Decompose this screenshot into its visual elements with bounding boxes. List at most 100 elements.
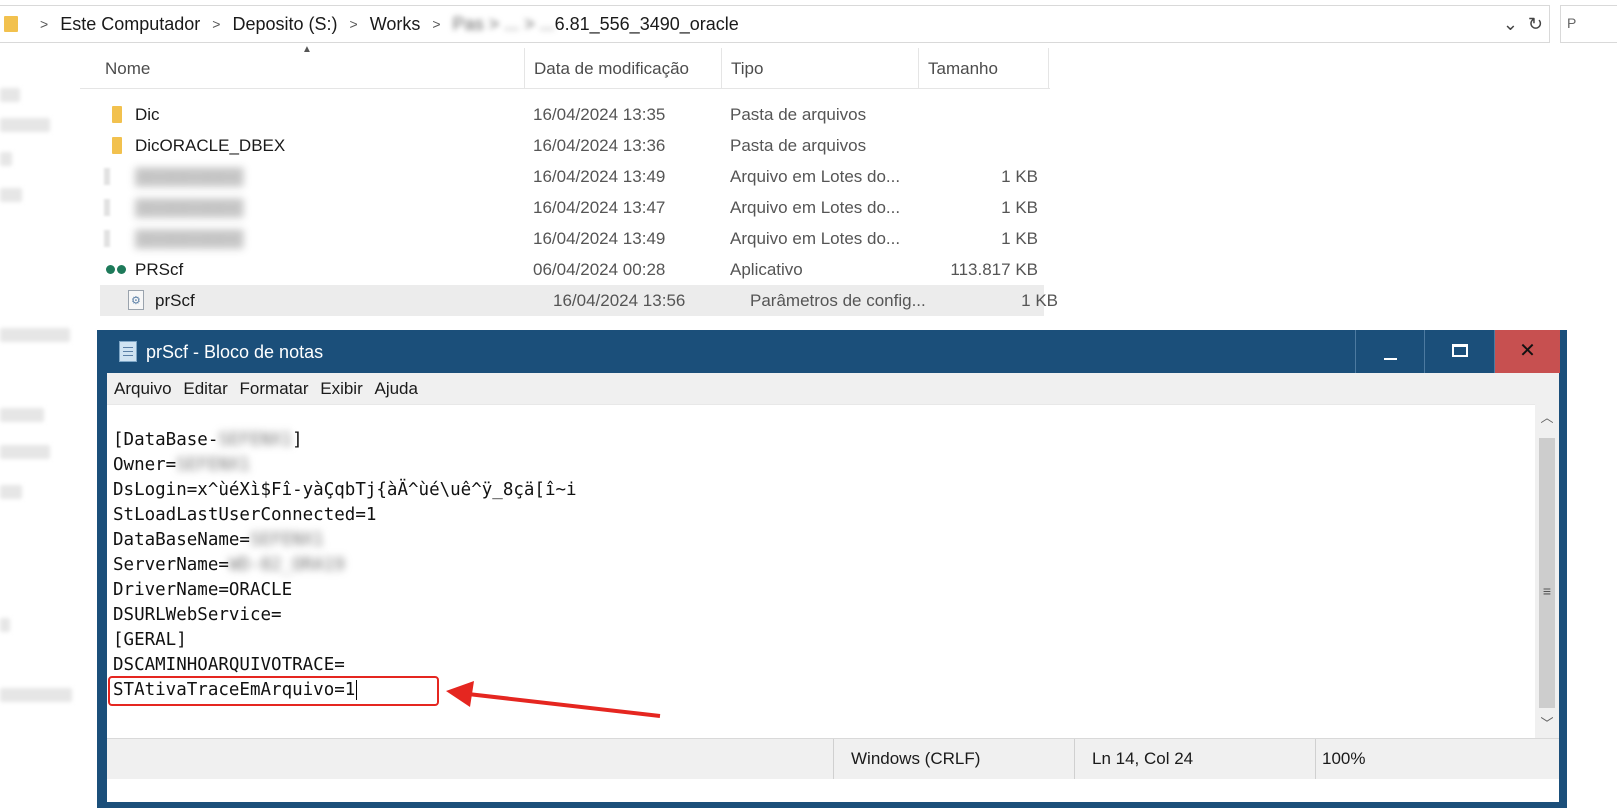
file-type: Pasta de arquivos [730,136,867,155]
file-row-batch-2[interactable]: ▒▒▒▒▒▒▒▒▒ 16/04/2024 13:47 Arquivo em Lo… [80,192,1050,223]
close-button[interactable]: ✕ [1494,330,1560,373]
search-box[interactable]: P [1560,5,1617,43]
annotation-highlight-box [108,676,439,706]
vertical-scrollbar[interactable]: ︿ ≡ ﹀ [1535,404,1559,738]
file-type: Arquivo em Lotes do... [730,167,901,186]
file-type: Pasta de arquivos [730,105,867,124]
file-type: Arquivo em Lotes do... [730,198,901,217]
chevron-right-icon: > [212,16,221,32]
scroll-up-icon[interactable]: ︿ [1535,406,1559,430]
batch-file-icon [104,230,110,247]
scroll-down-icon[interactable]: ﹀ [1535,712,1559,736]
redacted-value: WD-02_ORA19 [228,555,345,575]
file-name: PRScf [135,260,184,279]
file-name-redacted: ▒▒▒▒▒▒▒▒▒ [135,198,244,217]
redacted-value: SEFENX1 [218,430,293,450]
editor-line: DSCAMINHOARQUIVOTRACE= [113,655,345,675]
notepad-window: prScf - Bloco de notas ✕ Arquivo Editar … [97,330,1567,808]
nav-item[interactable] [0,118,50,132]
editor-line: ServerName=WD-02_ORA19 [113,553,345,578]
scrollbar-thumb[interactable] [1539,438,1555,708]
file-date: 16/04/2024 13:49 [533,167,666,186]
file-date: 06/04/2024 00:28 [533,260,666,279]
breadcrumb-este-computador[interactable]: Este Computador [60,14,200,35]
maximize-button[interactable] [1424,330,1495,373]
chevron-down-icon[interactable]: ⌄ [1503,14,1518,35]
nav-item[interactable] [0,688,72,702]
redacted-value: SEFENX1 [249,530,324,550]
column-header-nome[interactable]: Nome [96,48,524,88]
column-header-data[interactable]: Data de modificação [524,48,721,88]
breadcrumb-works[interactable]: Works [370,14,421,35]
breadcrumb-current-folder[interactable]: 6.81_556_3490_oracle [555,14,739,35]
editor-line: DsLogin=x^ùéXì$Fî-yàÇqbTj{àÄ^ùé\uê^ÿ_8çä… [113,480,577,500]
file-type: Parâmetros de config... [750,291,926,310]
application-icon [106,265,128,274]
notepad-icon [119,341,137,362]
config-file-icon [128,290,144,310]
minimize-icon [1383,357,1397,360]
nav-item[interactable] [0,445,50,459]
batch-file-icon [104,199,110,216]
navigation-pane [0,60,75,808]
nav-item[interactable] [0,88,20,102]
notepad-title: prScf - Bloco de notas [146,342,324,362]
menu-bar: Arquivo Editar Formatar Exibir Ajuda [107,373,1559,404]
column-header-row: ▲ Nome Data de modificação Tipo Tamanho [80,44,1050,89]
file-row-dicoracle[interactable]: DicORACLE_DBEX 16/04/2024 13:36 Pasta de… [80,130,1050,161]
file-name: DicORACLE_DBEX [135,136,286,155]
file-date: 16/04/2024 13:35 [533,105,666,124]
notepad-title-bar[interactable]: prScf - Bloco de notas ✕ [97,330,1567,373]
file-name-redacted: ▒▒▒▒▒▒▒▒▒ [135,229,244,248]
notepad-body: Arquivo Editar Formatar Exibir Ajuda [Da… [107,373,1559,802]
redacted-value: SEFENX1 [176,455,250,475]
menu-exibir[interactable]: Exibir [320,373,363,404]
menu-editar[interactable]: Editar [183,373,227,404]
editor-line: DataBaseName=SEFENX1 [113,528,324,553]
folder-icon [4,16,18,32]
file-size: 1 KB [1001,229,1038,248]
minimize-button[interactable] [1355,330,1424,373]
breadcrumb-deposito[interactable]: Deposito (S:) [232,14,337,35]
nav-item[interactable] [0,618,10,632]
editor-line: [DataBase-SEFENX1] [113,428,303,453]
menu-formatar[interactable]: Formatar [240,373,309,404]
column-header-tamanho[interactable]: Tamanho [918,48,1049,88]
file-row-prscf-config[interactable]: prScf 16/04/2024 13:56 Parâmetros de con… [100,285,1058,316]
nav-item[interactable] [0,188,22,202]
file-name: Dic [135,105,160,124]
file-row-batch-3[interactable]: ▒▒▒▒▒▒▒▒▒ 16/04/2024 13:49 Arquivo em Lo… [80,223,1050,254]
address-bar[interactable]: > Este Computador > Deposito (S:) > Work… [0,5,1550,43]
text-editor[interactable]: [DataBase-SEFENX1] Owner=SEFENX1 DsLogin… [107,404,1535,739]
status-encoding: Windows (CRLF) [833,739,1074,779]
editor-line: Owner=SEFENX1 [113,453,250,478]
editor-line: [GERAL] [113,630,187,650]
editor-line: DriverName=ORACLE [113,580,293,600]
status-cursor-position: Ln 14, Col 24 [1074,739,1315,779]
file-name-redacted: ▒▒▒▒▒▒▒▒▒ [135,167,244,186]
scrollbar-grip-icon: ≡ [1542,583,1552,599]
nav-item[interactable] [0,152,12,166]
file-row-prscf-app[interactable]: PRScf 06/04/2024 00:28 Aplicativo 113.81… [80,254,1050,285]
file-row-batch-1[interactable]: ▒▒▒▒▒▒▒▒▒ 16/04/2024 13:49 Arquivo em Lo… [80,161,1050,192]
column-header-tipo[interactable]: Tipo [721,48,918,88]
menu-ajuda[interactable]: Ajuda [374,373,417,404]
file-row-dic[interactable]: Dic 16/04/2024 13:35 Pasta de arquivos [80,99,1050,130]
breadcrumb-redacted[interactable]: Pas > ... > ... [453,14,555,35]
nav-item[interactable] [0,408,44,422]
nav-item[interactable] [0,328,70,342]
menu-arquivo[interactable]: Arquivo [114,373,172,404]
file-size: 1 KB [1021,291,1058,310]
file-size: 113.817 KB [950,260,1038,279]
file-date: 16/04/2024 13:56 [553,291,686,310]
editor-line: DSURLWebService= [113,605,282,625]
maximize-icon [1452,344,1468,358]
file-date: 16/04/2024 13:49 [533,229,666,248]
refresh-icon[interactable]: ↻ [1528,14,1543,35]
file-list: ▲ Nome Data de modificação Tipo Tamanho … [80,44,1058,316]
chevron-right-icon: > [432,16,441,32]
status-bar: Windows (CRLF) Ln 14, Col 24 100% [107,739,1559,779]
batch-file-icon [104,168,110,185]
editor-line: StLoadLastUserConnected=1 [113,505,377,525]
nav-item[interactable] [0,485,22,499]
